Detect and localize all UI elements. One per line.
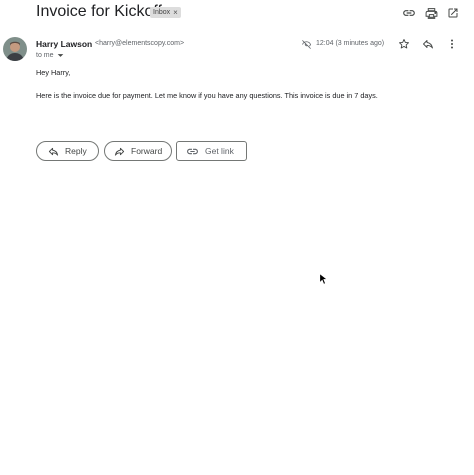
more-vert-icon[interactable] [445,37,459,51]
star-icon[interactable] [397,37,411,51]
get-link-button-label: Get link [205,146,234,156]
inbox-label-chip[interactable]: Inbox × [150,7,181,18]
email-greeting: Hey Harry, [36,68,71,77]
chevron-down-icon [57,54,63,57]
sender-email: <harry@elementscopy.com> [95,40,185,47]
mouse-cursor-icon [319,272,328,290]
remove-label-button[interactable]: × [173,7,178,18]
recipient-dropdown[interactable]: to me [36,52,64,59]
inbox-label-text: Inbox [153,9,171,16]
hidden-eye-icon [299,37,313,51]
reply-icon[interactable] [421,37,435,51]
email-body-text: Here is the invoice due for payment. Let… [36,91,378,100]
forward-icon [114,147,125,156]
forward-button-label: Forward [131,146,163,156]
email-timestamp: 12:04 (3 minutes ago) [316,40,385,47]
reply-button-label: Reply [65,146,87,156]
link-icon[interactable] [401,5,417,21]
reply-button[interactable]: Reply [36,141,99,161]
reply-icon [48,147,59,156]
email-subject: Invoice for Kickoff [36,3,162,20]
recipient-label: to me [36,52,54,59]
sender-name: Harry Lawson [36,39,93,49]
open-in-new-window-icon[interactable] [445,5,461,21]
avatar[interactable] [3,37,27,61]
print-icon[interactable] [423,5,439,21]
get-link-button[interactable]: Get link [176,141,247,161]
forward-button[interactable]: Forward [104,141,172,161]
link-icon [187,148,198,154]
